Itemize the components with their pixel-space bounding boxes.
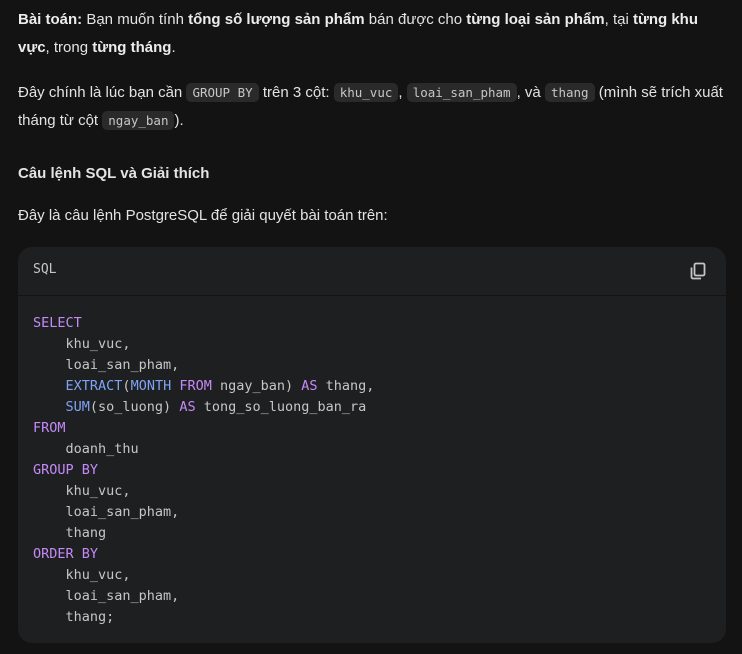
inline-code: loai_san_pham [406,83,517,102]
problem-text: bán được cho [364,11,467,28]
section-title: Câu lệnh SQL và Giải thích [18,165,210,182]
code-language-label: SQL [33,262,57,277]
problem-emphasis: từng loại sản phẩm [466,11,605,28]
problem-text: , trong [45,39,93,56]
code-keyword: FROM [179,378,212,394]
problem-paragraph: Bài toán: Bạn muốn tính tổng số lượng sả… [18,6,728,62]
code-block: SQL SELECT khu_vuc, loai_san_pham, EXTRA… [18,247,726,643]
code-line: khu_vuc, [33,567,131,583]
code-keyword: AS [301,378,318,394]
code-keyword: AS [179,399,196,415]
explanation-text: Đây chính là lúc bạn cần [18,84,187,101]
code-keyword: ORDER BY [33,546,99,562]
code-line: loai_san_pham, [33,504,180,520]
code-block-header: SQL [18,247,726,296]
code-line: thang; [33,609,115,625]
code-function: EXTRACT [65,378,123,394]
inline-code: GROUP BY [186,83,259,102]
lead-text: Đây là câu lệnh PostgreSQL để giải quyết… [18,207,388,224]
problem-text: Bạn muốn tính [82,11,189,28]
inline-code: thang [544,83,595,102]
code-function: SUM [65,399,90,415]
code-line: khu_vuc, [33,483,131,499]
inline-code: khu_vuc [333,83,399,102]
copy-icon[interactable] [688,261,708,281]
code-keyword: FROM [33,420,66,436]
problem-label: Bài toán: [18,11,83,28]
code-line: loai_san_pham, [33,588,180,604]
code-line: khu_vuc, [33,336,131,352]
explanation-text: , [398,84,407,101]
explanation-paragraph: Đây chính là lúc bạn cần GROUP BY trên 3… [18,79,728,135]
code-token: ngay_ban) [211,378,302,394]
problem-text: , tại [604,11,633,28]
code-line: doanh_thu [33,441,139,457]
code-keyword: MONTH [130,378,172,394]
problem-emphasis: tổng số lượng sản phẩm [188,11,365,28]
code-token: tong_so_luong_ban_ra [195,399,367,415]
problem-text: . [171,39,176,56]
explanation-text: ). [174,112,184,129]
code-line: loai_san_pham, [33,357,180,373]
code-token: thang, [317,378,375,394]
explanation-text: trên 3 cột: [258,84,334,101]
problem-emphasis: từng tháng [92,39,172,56]
code-token: ( [122,378,131,394]
code-line: thang [33,525,107,541]
code-token: (so_luong) [89,399,180,415]
code-keyword: GROUP BY [33,462,99,478]
code-keyword: SELECT [33,315,82,331]
inline-code: ngay_ban [102,111,175,130]
sql-code[interactable]: SELECT khu_vuc, loai_san_pham, EXTRACT(M… [33,313,374,628]
explanation-text: , và [516,84,545,101]
